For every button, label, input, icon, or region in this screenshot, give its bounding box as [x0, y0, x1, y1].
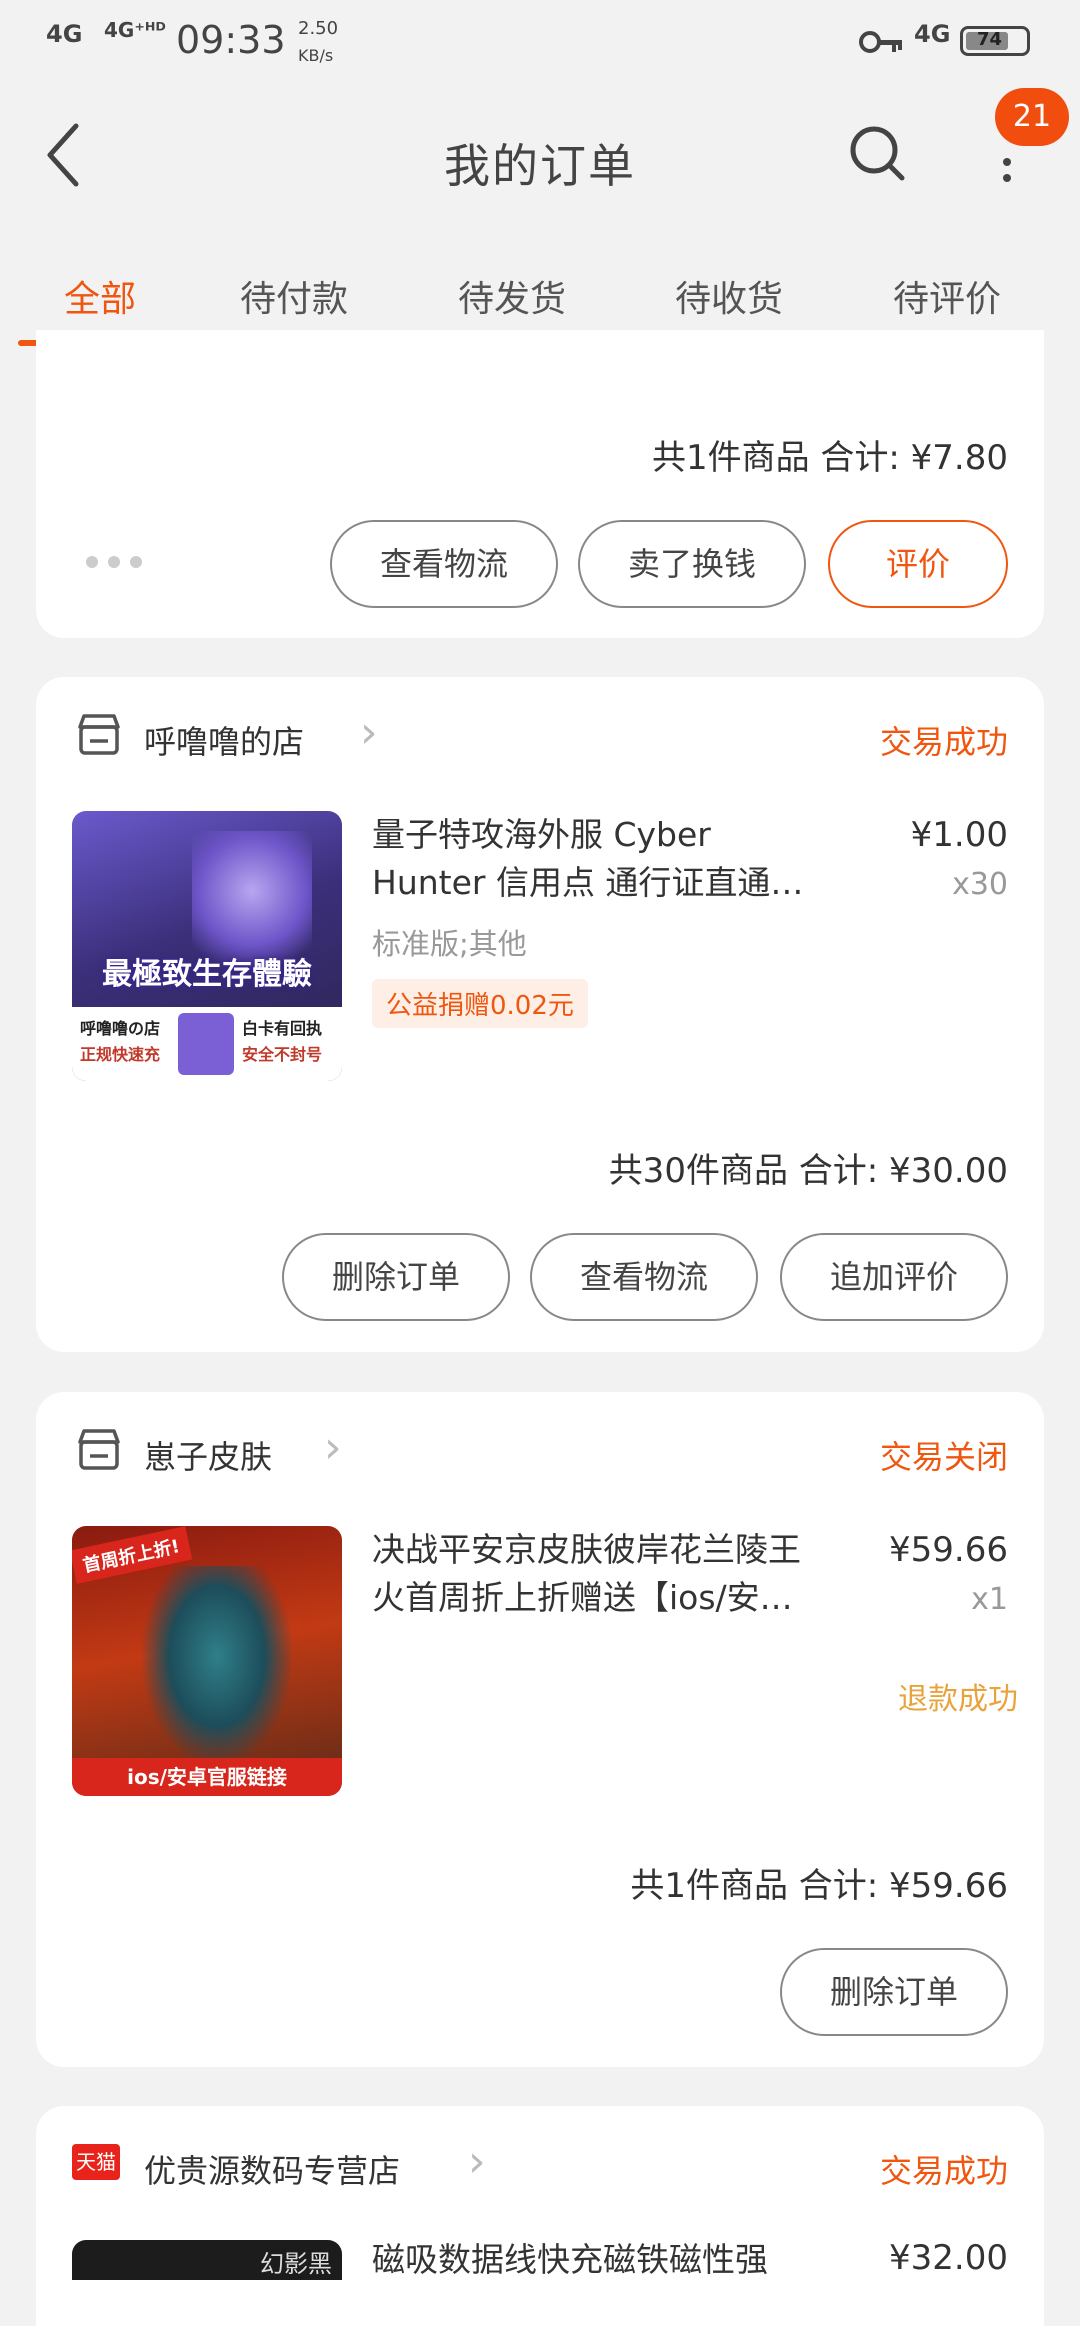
- store-icon: [76, 1428, 122, 1476]
- network-type: 4G: [914, 20, 951, 48]
- add-review-button[interactable]: 追加评价: [780, 1233, 1008, 1321]
- more-actions-icon[interactable]: [84, 552, 144, 576]
- tab-pending-shipment[interactable]: 待发货: [458, 270, 566, 322]
- delete-order-button[interactable]: 删除订单: [282, 1233, 510, 1321]
- refund-status: 退款成功: [898, 1682, 1018, 1717]
- product-price: ¥59.66: [889, 1530, 1008, 1570]
- thumbnail-caption: ios/安卓官服链接: [72, 1758, 342, 1796]
- thumbnail-caption: 幻影黑: [260, 2250, 332, 2278]
- order-card: 崽子皮肤 › 交易关闭 首周折上折! ios/安卓官服链接 决战平安京皮肤彼岸花…: [36, 1392, 1044, 2067]
- key-icon: [858, 28, 904, 60]
- product-variant: 标准版;其他: [372, 927, 527, 961]
- product-thumbnail[interactable]: 首周折上折! ios/安卓官服链接: [72, 1526, 342, 1796]
- chevron-right-icon[interactable]: ›: [324, 1422, 342, 1473]
- product-quantity: x1: [971, 1582, 1008, 1617]
- resell-button[interactable]: 卖了换钱: [578, 520, 806, 608]
- character-art: [142, 1566, 292, 1766]
- store-name[interactable]: 优贵源数码专营店: [144, 2146, 400, 2192]
- store-icon: [76, 713, 122, 761]
- charity-tag: 公益捐赠0.02元: [372, 979, 588, 1028]
- clock: 09:33: [176, 18, 286, 62]
- product-price: ¥1.00: [910, 815, 1008, 855]
- view-logistics-button[interactable]: 查看物流: [530, 1233, 758, 1321]
- tab-pending-review[interactable]: 待评价: [893, 270, 1001, 322]
- order-summary: 共1件商品 合计: ¥59.66: [630, 1866, 1008, 1906]
- message-badge[interactable]: 21: [995, 88, 1069, 146]
- view-logistics-button[interactable]: 查看物流: [330, 520, 558, 608]
- product-title[interactable]: 量子特攻海外服 Cyber Hunter 信用点 通行证直通…: [372, 811, 892, 907]
- order-status: 交易关闭: [879, 1438, 1008, 1476]
- order-summary: 共1件商品 合计: ¥7.80: [651, 438, 1008, 478]
- tab-pending-payment[interactable]: 待付款: [240, 270, 348, 322]
- product-thumbnail[interactable]: 最極致生存體驗 呼噜噜の店 正规快速充 白卡有回执 安全不封号: [72, 811, 342, 1081]
- signal-indicator-1: 4G: [46, 20, 83, 48]
- product-title[interactable]: 磁吸数据线快充磁铁磁性强: [372, 2236, 852, 2284]
- product-quantity: x30: [952, 867, 1008, 902]
- order-status: 交易成功: [879, 723, 1008, 761]
- product-title[interactable]: 决战平安京皮肤彼岸花兰陵王 火首周折上折赠送【ios/安…: [372, 1526, 892, 1622]
- thumbnail-caption: 最極致生存體驗: [102, 957, 312, 992]
- store-name[interactable]: 崽子皮肤: [144, 1432, 272, 1478]
- order-status: 交易成功: [879, 2152, 1008, 2190]
- delete-order-button[interactable]: 删除订单: [780, 1948, 1008, 2036]
- signal-indicator-2: 4G⁺ᴴᴰ: [104, 18, 166, 42]
- net-speed-value: 2.50: [298, 18, 339, 39]
- store-name[interactable]: 呼噜噜的店: [144, 717, 304, 763]
- net-speed-unit: KB/s: [298, 46, 334, 65]
- search-icon: [850, 126, 905, 181]
- page-title: 我的订单: [444, 139, 636, 193]
- chevron-right-icon[interactable]: ›: [360, 707, 378, 758]
- order-summary: 共30件商品 合计: ¥30.00: [608, 1151, 1008, 1191]
- tab-all[interactable]: 全部: [64, 270, 136, 322]
- tmall-badge: 天猫: [72, 2144, 120, 2180]
- battery-level: 74: [977, 29, 1003, 50]
- order-card: 呼噜噜的店 › 交易成功 最極致生存體驗 呼噜噜の店 正规快速充 白卡有回执 安…: [36, 677, 1044, 1352]
- product-price: ¥32.00: [889, 2238, 1008, 2278]
- product-thumbnail[interactable]: 幻影黑: [72, 2240, 342, 2280]
- thumbnail-banner: 呼噜噜の店 正规快速充 白卡有回执 安全不封号: [72, 1007, 342, 1081]
- review-button[interactable]: 评价: [828, 520, 1008, 608]
- battery-icon: 74: [960, 26, 1030, 56]
- status-bar: 4G 4G⁺ᴴᴰ 09:33 2.50 KB/s 4G 74: [0, 0, 1080, 80]
- chevron-right-icon[interactable]: ›: [468, 2136, 486, 2187]
- order-card: 共1件商品 合计: ¥7.80 查看物流 卖了换钱 评价: [36, 330, 1044, 638]
- tab-pending-receipt[interactable]: 待收货: [675, 270, 783, 322]
- order-card: 天猫 优贵源数码专营店 › 交易成功 幻影黑 磁吸数据线快充磁铁磁性强 ¥32.…: [36, 2106, 1044, 2326]
- search-button[interactable]: [846, 122, 910, 186]
